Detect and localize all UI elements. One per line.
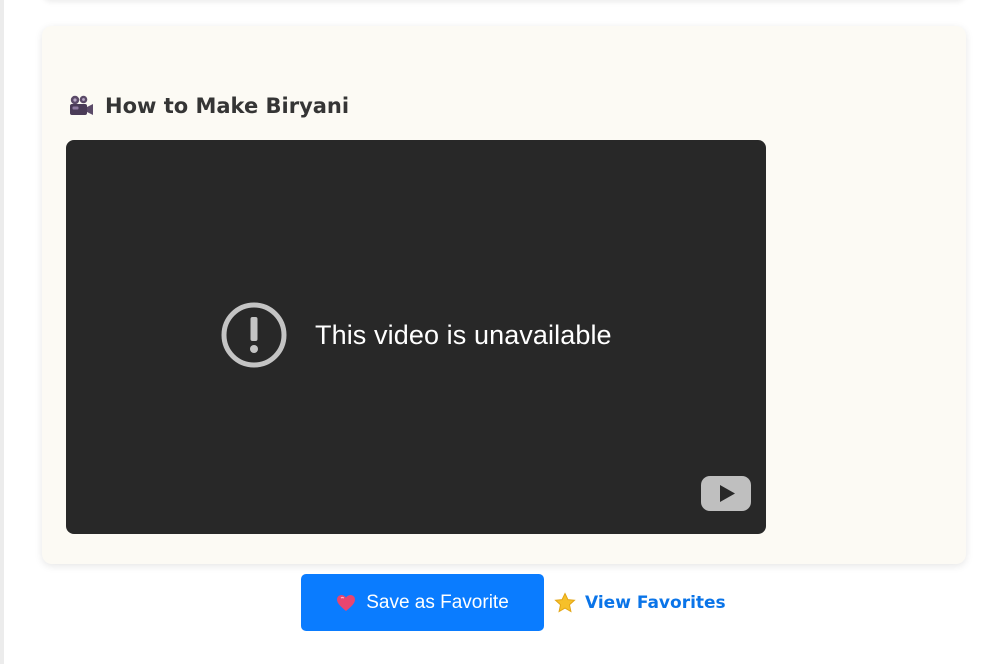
left-edge-border: [0, 0, 4, 664]
exclamation-circle-icon: [221, 302, 287, 368]
video-unavailable-notice: This video is unavailable: [221, 302, 612, 368]
movie-camera-icon: [70, 95, 93, 115]
video-unavailable-message: This video is unavailable: [315, 319, 612, 350]
heart-icon: [337, 594, 356, 611]
embedded-video-player[interactable]: This video is unavailable: [66, 140, 766, 534]
video-section-heading: How to Make Biryani: [68, 94, 349, 118]
recipe-video-card: How to Make Biryani This video is unavai…: [42, 26, 966, 564]
save-as-favorite-button[interactable]: Save as Favorite: [301, 574, 544, 631]
save-as-favorite-label: Save as Favorite: [366, 591, 509, 613]
favorite-actions: Save as Favorite View Favorites: [301, 574, 726, 631]
view-favorites-link[interactable]: View Favorites: [554, 591, 726, 614]
youtube-icon[interactable]: [700, 475, 752, 512]
video-section-title: How to Make Biryani: [105, 94, 350, 118]
page: How to Make Biryani This video is unavai…: [0, 0, 984, 664]
view-favorites-label: View Favorites: [585, 592, 726, 613]
star-icon: [554, 591, 576, 612]
